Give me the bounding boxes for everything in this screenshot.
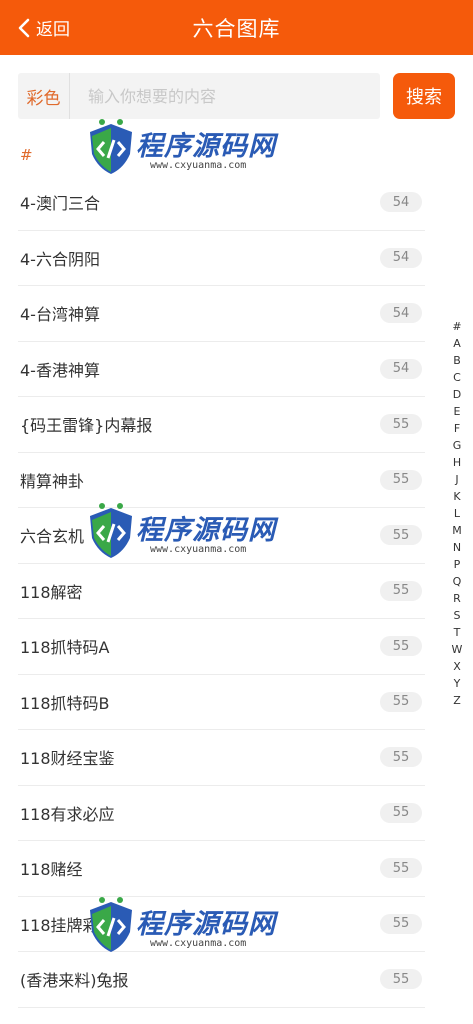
index-letter[interactable]: D <box>453 386 461 403</box>
code-shield-icon <box>84 118 138 180</box>
list-item-label: {码王雷锋}内幕报 <box>20 416 153 436</box>
index-letter[interactable]: T <box>454 624 461 641</box>
app-header: 返回 六合图库 <box>0 0 473 55</box>
list-item-label: 4-六合阴阳 <box>20 249 100 269</box>
list-item-label: 118解密 <box>20 582 83 602</box>
list-item-count-badge: 55 <box>380 858 422 879</box>
list-item-label: 4-香港神算 <box>20 360 100 380</box>
list-item[interactable]: 4-香港神算 54 <box>18 342 425 397</box>
section-header: # <box>20 146 33 164</box>
list-item[interactable]: 118有求必应 55 <box>18 786 425 841</box>
search-button[interactable]: 搜索 <box>393 73 455 119</box>
gallery-list: 4-澳门三合 54 4-六合阴阳 54 4-台湾神算 54 4-香港神算 54 {码王雷锋}内幕… <box>18 175 425 1008</box>
index-letter[interactable]: M <box>452 522 462 539</box>
index-letter[interactable]: H <box>453 454 461 471</box>
index-letter[interactable]: Q <box>453 573 462 590</box>
list-item[interactable]: 118解密 55 <box>18 564 425 619</box>
index-letter[interactable]: W <box>452 641 463 658</box>
index-letter[interactable]: # <box>452 318 461 335</box>
list-item[interactable]: 精算神卦 55 <box>18 453 425 508</box>
list-item-label: 118抓特码B <box>20 693 110 713</box>
index-letter[interactable]: E <box>454 403 461 420</box>
list-item[interactable]: 118抓特码A 55 <box>18 619 425 675</box>
list-item-label: 精算神卦 <box>20 471 85 491</box>
list-item-label: 4-澳门三合 <box>20 194 100 214</box>
list-item-count-badge: 55 <box>380 802 422 823</box>
list-item-count-badge: 55 <box>380 969 422 990</box>
list-item-count-badge: 55 <box>380 636 422 657</box>
index-letter[interactable]: N <box>453 539 461 556</box>
index-letter[interactable]: L <box>454 505 460 522</box>
list-item[interactable]: 六合玄机 55 <box>18 508 425 564</box>
back-label: 返回 <box>36 20 70 40</box>
chevron-left-icon <box>18 18 30 38</box>
watermark-text: 程序源码网 <box>136 131 276 162</box>
list-item-label: 118挂牌彩图 <box>20 915 115 935</box>
list-item-count-badge: 55 <box>380 580 422 601</box>
list-item-count-badge: 55 <box>380 469 422 490</box>
list-item[interactable]: 4-澳门三合 54 <box>18 175 425 231</box>
list-item-label: 118抓特码A <box>20 638 110 658</box>
index-letter[interactable]: Y <box>454 675 461 692</box>
list-item[interactable]: 118抓特码B 55 <box>18 675 425 730</box>
page-title: 六合图库 <box>192 16 281 41</box>
search-box: 彩色 <box>18 73 380 119</box>
index-letter[interactable]: F <box>454 420 460 437</box>
list-item-label: 六合玄机 <box>20 527 85 547</box>
index-letter[interactable]: X <box>453 658 461 675</box>
index-letter[interactable]: A <box>453 335 461 352</box>
list-item[interactable]: 118财经宝鉴 55 <box>18 730 425 786</box>
list-item-count-badge: 54 <box>380 247 422 268</box>
list-item-count-badge: 54 <box>380 303 422 324</box>
list-item[interactable]: (香港来料)兔报 55 <box>18 952 425 1008</box>
index-letter[interactable]: P <box>454 556 461 573</box>
list-item-count-badge: 55 <box>380 525 422 546</box>
search-bar: 彩色 搜索 <box>18 73 455 119</box>
list-item-label: (香港来料)兔报 <box>20 971 129 991</box>
back-button[interactable]: 返回 <box>18 0 70 55</box>
list-item-label: 118财经宝鉴 <box>20 749 115 769</box>
list-item[interactable]: 4-台湾神算 54 <box>18 286 425 342</box>
list-item-count-badge: 54 <box>380 358 422 379</box>
index-letter[interactable]: B <box>453 352 461 369</box>
index-letter[interactable]: G <box>453 437 462 454</box>
watermark-url: www.cxyuanma.com <box>150 160 247 171</box>
list-item[interactable]: 4-六合阴阳 54 <box>18 231 425 286</box>
list-item-count-badge: 55 <box>380 913 422 934</box>
search-category-selector[interactable]: 彩色 <box>18 73 70 119</box>
list-item-count-badge: 55 <box>380 747 422 768</box>
index-letter[interactable]: S <box>454 607 461 624</box>
search-input[interactable] <box>70 73 380 119</box>
list-item-label: 4-台湾神算 <box>20 305 100 325</box>
list-item[interactable]: {码王雷锋}内幕报 55 <box>18 397 425 453</box>
index-letter[interactable]: J <box>455 471 458 488</box>
alphabet-index: # A B C D E F G H J K L M N P Q R S T W X Y Z <box>448 318 466 709</box>
list-item-count-badge: 55 <box>380 691 422 712</box>
list-item-count-badge: 54 <box>380 192 422 213</box>
index-letter[interactable]: C <box>453 369 461 386</box>
list-item-label: 118赌经 <box>20 860 83 880</box>
list-item-label: 118有求必应 <box>20 804 115 824</box>
index-letter[interactable]: R <box>453 590 461 607</box>
list-item[interactable]: 118赌经 55 <box>18 841 425 897</box>
list-item-count-badge: 55 <box>380 414 422 435</box>
index-letter[interactable]: Z <box>453 692 461 709</box>
index-letter[interactable]: K <box>453 488 460 505</box>
list-item[interactable]: 118挂牌彩图 55 <box>18 897 425 952</box>
